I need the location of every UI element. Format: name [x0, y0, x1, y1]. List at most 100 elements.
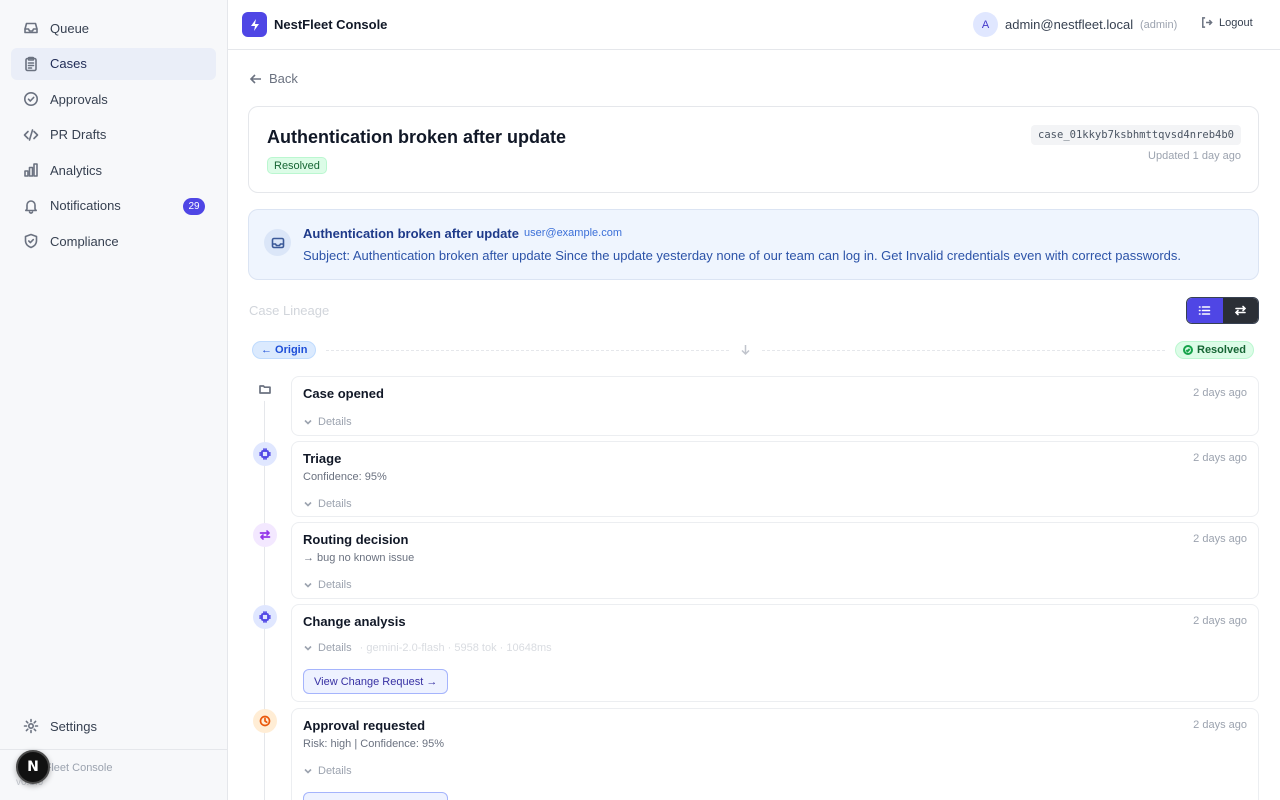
lineage-connector-left — [326, 350, 729, 351]
bar-chart-icon — [22, 161, 40, 179]
timeline-event: Triage 2 days ago Confidence: 95% Detail… — [291, 441, 1259, 517]
sidebar-item-label: Notifications — [50, 198, 121, 213]
check-circle-icon — [1183, 345, 1193, 355]
sidebar-item-cases[interactable]: Cases — [11, 47, 216, 80]
details-label: Details — [318, 579, 352, 591]
event-subtitle: → bug no known issue — [303, 552, 415, 564]
status-badge: Resolved — [267, 157, 327, 174]
user-role: (admin) — [1140, 19, 1178, 31]
dev-tools-button[interactable]: N — [16, 750, 50, 784]
original-message-card: Authentication broken after update user@… — [248, 209, 1259, 280]
sidebar-item-label: Settings — [50, 718, 97, 734]
event-time: 2 days ago — [1193, 387, 1247, 399]
sidebar-nav: Queue Cases Approvals PR Drafts Analytic… — [11, 12, 216, 261]
case-header-card: Authentication broken after update Resol… — [248, 106, 1259, 193]
model-usage-meta: · gemini-2.0-flash · 5958 tok · 10648ms — [359, 642, 552, 654]
view-change-request-button[interactable]: View Change Request → — [303, 669, 449, 694]
chevron-down-icon — [304, 582, 312, 588]
envelope-icon — [264, 229, 291, 256]
chevron-down-icon — [304, 419, 312, 425]
sidebar-item-approvals[interactable]: Approvals — [11, 83, 216, 115]
notification-count-badge: 29 — [183, 197, 205, 215]
sidebar-item-settings[interactable]: Settings — [11, 710, 216, 742]
details-label: Details — [318, 416, 352, 428]
arrow-down-icon — [739, 343, 752, 356]
message-title: Authentication broken after update — [303, 226, 519, 241]
cpu-icon — [253, 442, 277, 466]
clipboard-icon — [22, 55, 40, 73]
sidebar-item-pr-drafts[interactable]: PR Drafts — [11, 119, 216, 151]
flow-view-button[interactable] — [1222, 298, 1258, 323]
event-title: Routing decision — [303, 532, 409, 547]
view-toggle — [1186, 297, 1259, 324]
details-toggle[interactable]: Details — [303, 765, 352, 777]
brand-name: NestFleet Console — [274, 17, 388, 32]
check-circle-icon — [22, 90, 40, 108]
message-sender: user@example.com — [524, 227, 622, 239]
gear-icon — [22, 717, 40, 735]
logout-button[interactable]: Logout — [1200, 16, 1253, 29]
case-updated-time: Updated 1 day ago — [1148, 150, 1241, 162]
event-time: 2 days ago — [1193, 533, 1247, 545]
event-title: Approval requested — [303, 718, 426, 733]
chevron-down-icon — [304, 501, 312, 507]
event-time: 2 days ago — [1193, 615, 1247, 627]
sidebar-item-label: Compliance — [50, 233, 119, 249]
sidebar-item-label: Analytics — [50, 162, 103, 178]
list-view-button[interactable] — [1187, 298, 1223, 323]
sidebar-item-label: Approvals — [50, 91, 108, 107]
timeline-event: Change analysis 2 days ago Details · gem… — [291, 604, 1259, 702]
back-link[interactable]: Back — [249, 71, 298, 86]
lineage-connector-right — [762, 350, 1165, 351]
arrow-left-icon — [249, 73, 261, 84]
timeline-event: Routing decision 2 days ago → bug no kno… — [291, 522, 1259, 599]
timeline-event: Approval requested 2 days ago Risk: high… — [291, 708, 1259, 800]
details-toggle[interactable]: Details — [303, 579, 352, 591]
sidebar-item-notifications[interactable]: Notifications 29 — [11, 190, 216, 222]
event-subtitle: Confidence: 95% — [303, 471, 387, 483]
avatar[interactable]: A — [973, 12, 998, 37]
clock-icon — [253, 709, 277, 733]
logout-label: Logout — [1219, 16, 1253, 29]
origin-badge: ← Origin — [252, 341, 317, 359]
event-title: Change analysis — [303, 614, 406, 629]
folder-icon — [253, 377, 277, 401]
timeline-event: Case opened 2 days ago Details — [291, 376, 1259, 436]
page-title: Authentication broken after update — [267, 127, 567, 147]
message-body: Subject: Authentication broken after upd… — [303, 248, 1182, 263]
details-toggle[interactable]: Details · gemini-2.0-flash · 5958 tok · … — [303, 642, 552, 654]
sidebar-item-queue[interactable]: Queue — [11, 12, 216, 44]
chevron-down-icon — [304, 645, 312, 651]
sidebar-item-label: Queue — [50, 20, 90, 36]
details-label: Details — [318, 765, 352, 777]
view-change-request-button[interactable]: View Change Request → — [303, 792, 449, 800]
bell-icon — [22, 197, 40, 215]
cpu-icon — [253, 605, 277, 629]
routing-icon — [253, 523, 277, 547]
user-email: admin@nestfleet.local — [1005, 17, 1134, 32]
details-toggle[interactable]: Details — [303, 416, 352, 428]
sidebar-item-analytics[interactable]: Analytics — [11, 154, 216, 186]
details-toggle[interactable]: Details — [303, 498, 352, 510]
event-subtitle: Risk: high | Confidence: 95% — [303, 738, 445, 750]
event-time: 2 days ago — [1193, 719, 1247, 731]
resolved-badge: Resolved — [1175, 341, 1254, 359]
sidebar-item-label: PR Drafts — [50, 127, 107, 142]
arrows-swap-icon — [1234, 305, 1246, 316]
event-title: Triage — [303, 451, 342, 466]
sidebar: Queue Cases Approvals PR Drafts Analytic… — [0, 0, 228, 800]
chevron-down-icon — [304, 768, 312, 774]
lightning-logo-icon — [242, 12, 267, 37]
sidebar-item-label: Cases — [50, 56, 87, 71]
sidebar-item-compliance[interactable]: Compliance — [11, 225, 216, 257]
case-lineage-heading: Case Lineage — [249, 303, 330, 318]
resolved-label: Resolved — [1197, 344, 1246, 356]
logout-icon — [1202, 17, 1213, 28]
back-label: Back — [269, 71, 298, 86]
code-icon — [22, 126, 40, 144]
details-label: Details — [318, 498, 352, 510]
inbox-icon — [22, 19, 40, 37]
details-label: Details — [318, 642, 352, 654]
list-icon — [1198, 306, 1211, 315]
case-id: case_01kkyb7ksbhmttqvsd4nreb4b0 — [1031, 125, 1241, 145]
